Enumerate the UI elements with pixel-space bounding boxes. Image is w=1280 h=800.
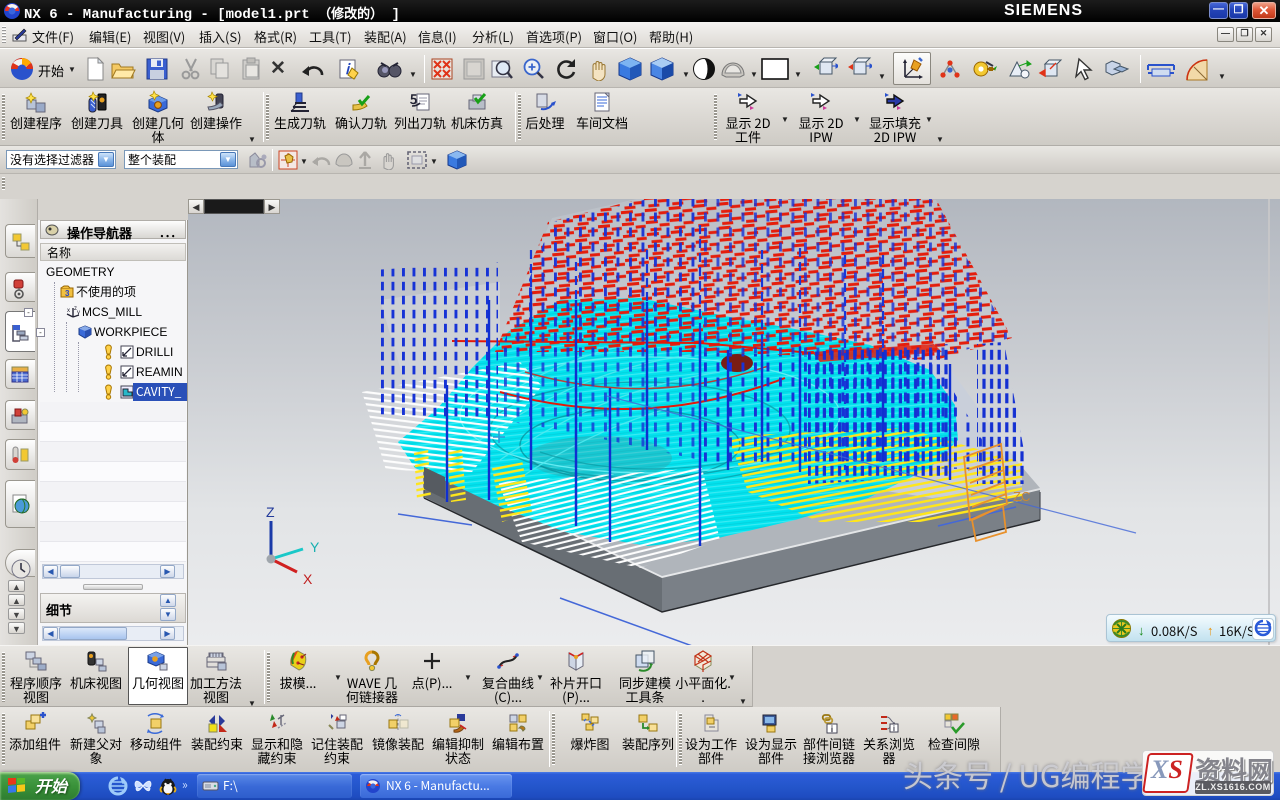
svg-text:3: 3 bbox=[65, 289, 70, 298]
svg-text:i: i bbox=[893, 724, 895, 734]
svg-text:ZC: ZC bbox=[1013, 489, 1030, 504]
svg-text:y: y bbox=[77, 310, 80, 316]
svg-text:Y: Y bbox=[310, 539, 320, 555]
svg-text:X: X bbox=[303, 571, 313, 587]
svg-text:x: x bbox=[67, 308, 70, 314]
svg-text:Z: Z bbox=[266, 504, 275, 520]
